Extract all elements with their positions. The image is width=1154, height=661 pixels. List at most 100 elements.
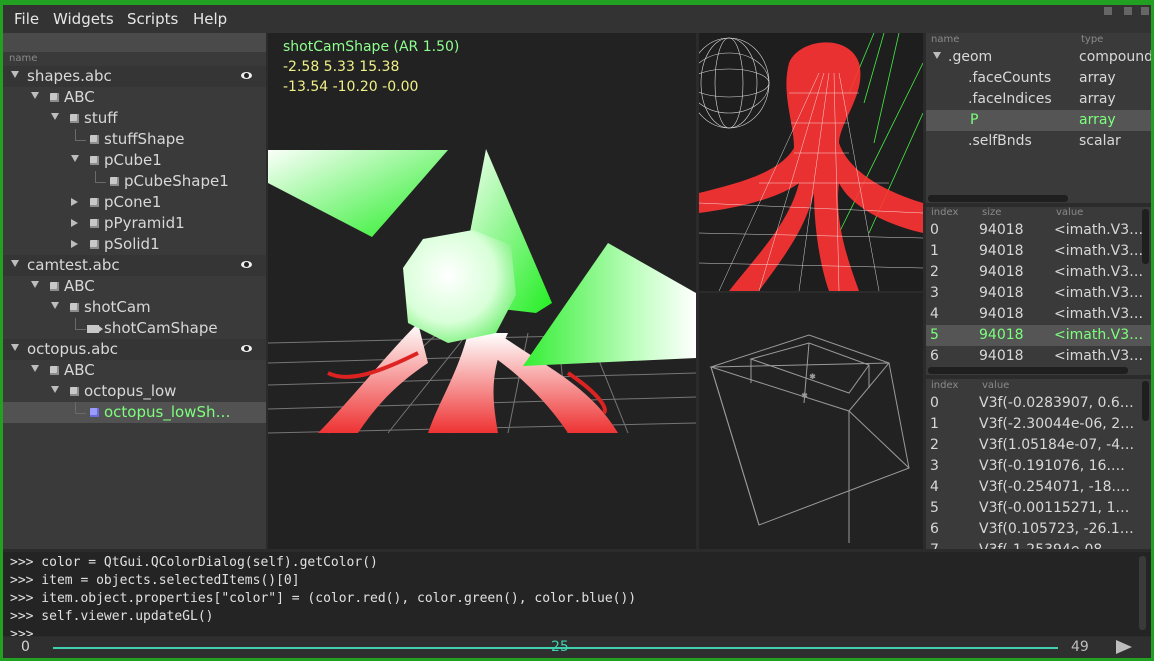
collapse-arrow-icon[interactable] (31, 92, 39, 99)
cube-icon (90, 156, 99, 165)
expand-arrow-icon[interactable] (71, 198, 78, 206)
collapse-arrow-icon[interactable] (51, 302, 59, 309)
sample-value: <imath.V3… (1054, 306, 1144, 322)
prop-header-name[interactable]: name (931, 34, 959, 45)
samples-header-value[interactable]: value (1056, 207, 1083, 218)
visibility-eye-icon[interactable] (241, 72, 252, 79)
menu-file[interactable]: File (14, 10, 39, 28)
tree-row[interactable]: pSolid1 (3, 234, 266, 255)
property-name: .geom (948, 49, 993, 65)
menu-help[interactable]: Help (193, 10, 227, 28)
array-row[interactable]: 2 V3f(1.05184e-07, -4… (926, 435, 1151, 456)
property-row[interactable]: .faceIndices array (926, 89, 1151, 110)
array-row[interactable]: 1 V3f(-2.30044e-06, 2… (926, 414, 1151, 435)
splitter[interactable] (926, 203, 1151, 207)
property-type: array (1079, 112, 1116, 128)
samples-scrollbar[interactable] (1142, 209, 1149, 264)
sample-size: 94018 (979, 306, 1024, 322)
cube-icon (70, 387, 79, 396)
tree-row[interactable]: pCube1 (3, 150, 266, 171)
camera-label: shotCamShape (AR 1.50) (283, 39, 460, 55)
tree-row[interactable]: octopus_low (3, 381, 266, 402)
menu-scripts[interactable]: Scripts (127, 10, 178, 28)
cube-icon (90, 240, 99, 249)
array-row[interactable]: 5 V3f(-0.00115271, 1… (926, 498, 1151, 519)
pyramid-shape (268, 150, 448, 237)
menu-widgets[interactable]: Widgets (53, 10, 114, 28)
tree-row-label: shotCam (84, 298, 151, 316)
tree-guide-line (75, 402, 86, 414)
side-viewport-top[interactable] (699, 33, 923, 291)
sample-row[interactable]: 2 94018 <imath.V3… (926, 262, 1151, 283)
properties-scrollbar[interactable] (928, 195, 1068, 202)
collapse-arrow-icon[interactable] (933, 52, 941, 59)
samples-hscrollbar[interactable] (928, 367, 1128, 374)
tree-row-label: shotCamShape (104, 319, 218, 337)
splitter-2[interactable] (926, 375, 1151, 379)
tree-row-label: octopus.abc (27, 340, 119, 358)
tree-row[interactable]: ABC (3, 276, 266, 297)
prop-header-type[interactable]: type (1081, 34, 1103, 45)
collapse-arrow-icon[interactable] (11, 260, 19, 267)
sample-row[interactable]: 4 94018 <imath.V3… (926, 304, 1151, 325)
timeline-end: 49 (1071, 639, 1089, 655)
collapse-arrow-icon[interactable] (31, 365, 39, 372)
array-row[interactable]: 6 V3f(0.105723, -26.1… (926, 519, 1151, 540)
play-icon[interactable] (1116, 640, 1132, 654)
array-header-value[interactable]: value (982, 380, 1009, 391)
array-scrollbar[interactable] (1142, 381, 1149, 421)
property-row[interactable]: .selfBnds scalar (926, 131, 1151, 152)
sample-row[interactable]: 0 94018 <imath.V3… (926, 220, 1151, 241)
collapse-arrow-icon[interactable] (51, 386, 59, 393)
collapse-arrow-icon[interactable] (31, 281, 39, 288)
console-prompt[interactable]: >>> (10, 627, 41, 636)
sample-row[interactable]: 1 94018 <imath.V3… (926, 241, 1151, 262)
collapse-arrow-icon[interactable] (71, 155, 79, 162)
tree-row[interactable]: stuff (3, 108, 266, 129)
tree-row[interactable]: pPyramid1 (3, 213, 266, 234)
tree-row[interactable]: octopus_lowSh… (3, 402, 266, 423)
visibility-eye-icon[interactable] (241, 261, 252, 268)
tree-row[interactable]: pCubeShape1 (3, 171, 266, 192)
tree-row[interactable]: shotCam (3, 297, 266, 318)
tree-file-row[interactable]: camtest.abc (3, 255, 266, 276)
expand-arrow-icon[interactable] (71, 219, 78, 227)
tree-header[interactable]: name (3, 52, 266, 66)
property-type: array (1079, 70, 1116, 86)
tree-row[interactable]: ABC (3, 87, 266, 108)
console-scrollbar[interactable] (1139, 556, 1146, 630)
side-viewport-bottom[interactable]: * * (699, 293, 923, 549)
array-row[interactable]: 7 V3f(-1.25394e-08, … (926, 540, 1151, 549)
array-row[interactable]: 4 V3f(-0.254071, -18.… (926, 477, 1151, 498)
maximize-icon[interactable] (1124, 7, 1132, 15)
array-header-index[interactable]: index (931, 380, 958, 391)
property-row[interactable]: Parray (926, 110, 1151, 131)
collapse-arrow-icon[interactable] (11, 344, 19, 351)
property-row[interactable]: .geom compound (926, 47, 1151, 68)
array-row[interactable]: 3 V3f(-0.191076, 16.… (926, 456, 1151, 477)
tree-row[interactable]: stuffShape (3, 129, 266, 150)
array-row[interactable]: 0 V3f(-0.0283907, 0.6… (926, 393, 1151, 414)
tree-row[interactable]: shotCamShape (3, 318, 266, 339)
close-icon[interactable] (1141, 7, 1149, 15)
visibility-eye-icon[interactable] (241, 345, 252, 352)
tree-row[interactable]: pCone1 (3, 192, 266, 213)
minimize-icon[interactable] (1104, 7, 1112, 15)
tree-row[interactable]: ABC (3, 360, 266, 381)
collapse-arrow-icon[interactable] (51, 113, 59, 120)
sample-row[interactable]: 3 94018 <imath.V3… (926, 283, 1151, 304)
sample-size: 94018 (979, 264, 1024, 280)
python-console[interactable]: >>> color = QtGui.QColorDialog(self).get… (3, 552, 1151, 636)
tree-file-row[interactable]: shapes.abc (3, 66, 266, 87)
samples-header-index[interactable]: index (931, 207, 958, 218)
octopus-wireframe (699, 33, 923, 291)
collapse-arrow-icon[interactable] (11, 71, 19, 78)
property-row[interactable]: .faceCounts array (926, 68, 1151, 89)
samples-header-size[interactable]: size (982, 207, 1001, 218)
sample-row[interactable]: 5 94018 <imath.V3… (926, 325, 1151, 346)
sample-row[interactable]: 6 94018 <imath.V3… (926, 346, 1151, 367)
main-viewport[interactable]: shotCamShape (AR 1.50) -2.58 5.33 15.38 … (268, 33, 696, 549)
expand-arrow-icon[interactable] (71, 240, 78, 248)
tree-file-row[interactable]: octopus.abc (3, 339, 266, 360)
array-value: V3f(-0.254071, -18.… (979, 479, 1130, 495)
